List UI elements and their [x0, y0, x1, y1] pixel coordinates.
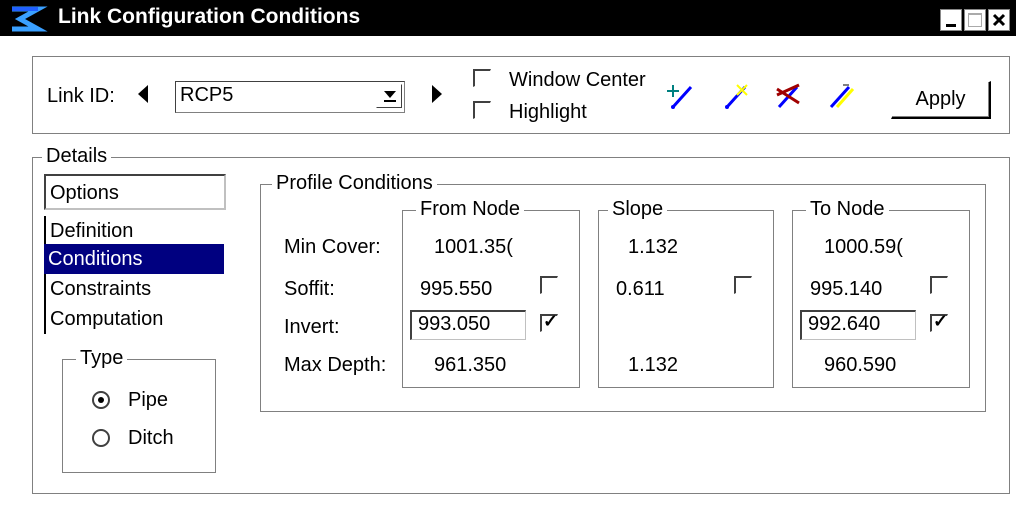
- combo-dropdown-button[interactable]: [376, 84, 402, 108]
- link-id-combo[interactable]: RCP5: [175, 81, 405, 113]
- minimize-icon: [946, 24, 956, 27]
- nav-item-label: Computation: [50, 308, 164, 330]
- chevron-down-icon: [384, 91, 396, 98]
- details-title: Details: [42, 145, 112, 168]
- nav-item-label: Definition: [50, 220, 134, 242]
- nav-item-label: Conditions: [48, 248, 143, 270]
- slope-min-cover: 1.132: [628, 236, 679, 258]
- close-icon: [992, 13, 1006, 27]
- from-node-max-depth: 961.350: [434, 354, 507, 376]
- link-settings-icon[interactable]: [825, 81, 855, 111]
- from-node-min-cover: 1001.35(: [434, 236, 513, 258]
- nav-item-options[interactable]: Options: [44, 174, 226, 210]
- dropdown-bar: [384, 100, 396, 102]
- type-ditch-radio[interactable]: [92, 429, 110, 447]
- title-bar[interactable]: Link Configuration Conditions: [0, 0, 1016, 36]
- nav-item-label: Options: [50, 182, 119, 204]
- window-title: Link Configuration Conditions: [58, 5, 361, 28]
- highlight-label: Highlight: [509, 101, 587, 123]
- to-node-soffit-checkbox[interactable]: [930, 276, 948, 294]
- to-node-invert-value: 992.640: [808, 313, 881, 335]
- close-button[interactable]: [988, 9, 1010, 31]
- invert-label: Invert:: [284, 316, 340, 338]
- type-title: Type: [76, 347, 128, 370]
- link-id-label: Link ID:: [47, 85, 115, 107]
- type-group: [62, 359, 216, 473]
- nav-item-label: Constraints: [50, 278, 152, 300]
- next-link-icon[interactable]: [429, 83, 445, 105]
- soffit-label: Soffit:: [284, 278, 335, 300]
- slope-soffit-checkbox[interactable]: [734, 276, 752, 294]
- checkmark-icon: ✓: [933, 311, 949, 331]
- slope-title: Slope: [608, 198, 668, 221]
- edit-link-icon[interactable]: [721, 81, 751, 111]
- nav-item-definition[interactable]: Definition: [44, 216, 222, 246]
- type-ditch-label: Ditch: [128, 427, 174, 449]
- from-node-soffit-checkbox[interactable]: [540, 276, 558, 294]
- from-node-soffit: 995.550: [420, 278, 493, 300]
- link-id-value: RCP5: [180, 84, 234, 106]
- app-logo-icon: [12, 6, 48, 32]
- dialog-window: Link Configuration Conditions Link ID: R…: [0, 0, 1016, 510]
- nav-item-constraints[interactable]: Constraints: [44, 274, 222, 304]
- radio-dot: [98, 397, 104, 403]
- from-node-invert-value: 993.050: [418, 313, 491, 335]
- from-node-invert-checkbox[interactable]: ✓: [540, 311, 559, 332]
- window-center-label: Window Center: [509, 69, 646, 91]
- to-node-invert-checkbox[interactable]: ✓: [930, 311, 949, 332]
- nav-item-computation[interactable]: Computation: [44, 304, 222, 334]
- min-cover-label: Min Cover:: [284, 236, 381, 258]
- to-node-max-depth: 960.590: [824, 354, 897, 376]
- profile-conditions-title: Profile Conditions: [272, 172, 437, 195]
- checkmark-icon: ✓: [543, 311, 559, 331]
- previous-link-icon[interactable]: [135, 83, 151, 105]
- delete-link-icon[interactable]: [773, 81, 803, 111]
- minimize-button[interactable]: [940, 9, 962, 31]
- slope-max-depth: 1.132: [628, 354, 679, 376]
- to-node-title: To Node: [806, 198, 889, 221]
- from-node-title: From Node: [416, 198, 525, 221]
- nav-item-conditions[interactable]: Conditions: [44, 244, 224, 274]
- to-node-invert-field[interactable]: 992.640: [800, 310, 916, 340]
- toolbar-panel: Link ID: RCP5 Window Center Highlight Ap…: [32, 56, 1010, 134]
- apply-button[interactable]: Apply: [891, 81, 991, 119]
- type-pipe-label: Pipe: [128, 389, 169, 411]
- maximize-button[interactable]: [964, 9, 986, 31]
- window-center-checkbox[interactable]: [473, 69, 491, 87]
- slope-soffit: 0.611: [616, 278, 665, 300]
- maximize-icon: [968, 13, 982, 27]
- details-nav-list: Options Definition Conditions Constraint…: [44, 174, 226, 340]
- to-node-min-cover: 1000.59(: [824, 236, 903, 258]
- max-depth-label: Max Depth:: [284, 354, 387, 376]
- add-link-icon[interactable]: [667, 81, 697, 111]
- type-pipe-radio[interactable]: [92, 391, 110, 409]
- from-node-invert-field[interactable]: 993.050: [410, 310, 526, 340]
- to-node-soffit: 995.140: [810, 278, 883, 300]
- highlight-checkbox[interactable]: [473, 101, 491, 119]
